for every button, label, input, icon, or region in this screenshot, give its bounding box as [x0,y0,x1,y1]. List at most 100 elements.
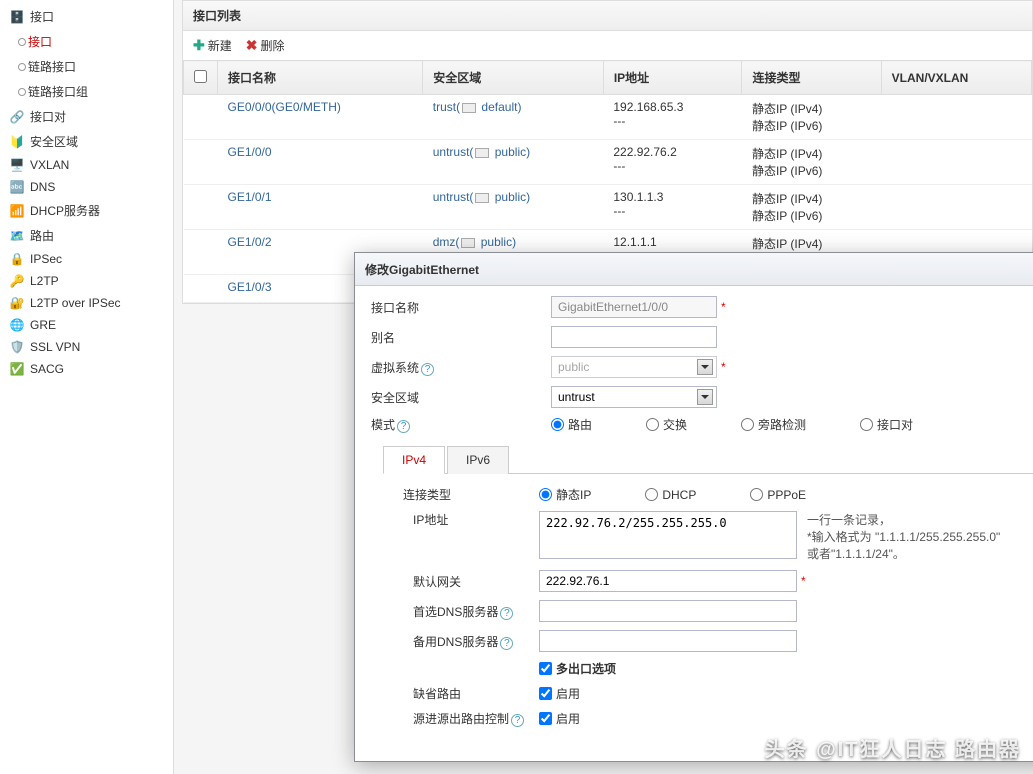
sidebar-item-sslvpn[interactable]: 🛡️SSL VPN [0,336,173,358]
dhcp-icon: 📶 [10,204,24,218]
zone-cell: untrust( public) [433,145,530,159]
delete-button[interactable]: ✖删除 [246,37,285,54]
vlan-cell [881,140,1031,185]
radio-mode-route[interactable]: 路由 [551,416,592,433]
sidebar-root-interface[interactable]: 🗄️ 接口 [0,4,173,29]
col-name[interactable]: 接口名称 [218,61,423,95]
sidebar-item-ipsec[interactable]: 🔒IPSec [0,248,173,270]
interface-link[interactable]: GE0/0/0(GE0/METH) [228,100,341,114]
vlan-cell [881,185,1031,230]
checkbox-srcroute[interactable]: 启用 [539,710,580,727]
sidebar-item-interface-pair[interactable]: 🔗接口对 [0,104,173,129]
sacg-icon: ✅ [10,362,24,376]
lock-icon: 🔒 [10,252,24,266]
input-dns1[interactable] [539,600,797,622]
sidebar-root-label: 接口 [30,8,54,25]
sidebar-item-route[interactable]: 🗺️路由 [0,223,173,248]
col-conn[interactable]: 连接类型 [742,61,881,95]
checkbox-defroute[interactable]: 启用 [539,685,580,702]
sidebar-item-gre[interactable]: 🌐GRE [0,314,173,336]
help-icon[interactable]: ? [397,420,410,433]
label-mode: 模式? [371,416,551,433]
edit-interface-dialog: 修改GigabitEthernet ✕ 接口名称 * 别名 虚拟系统? publ… [354,252,1033,762]
zone-icon [475,148,489,158]
ip-cell: 222.92.76.2--- [603,140,742,185]
radio-conn-dhcp[interactable]: DHCP [645,488,696,502]
table-row: GE1/0/1 untrust( public) 130.1.1.3--- 静态… [184,185,1032,230]
sidebar-item-link-interface[interactable]: 链路接口 [0,54,173,79]
input-alias[interactable] [551,326,717,348]
interface-link[interactable]: GE1/0/1 [228,190,272,204]
tab-ipv4[interactable]: IPv4 [383,446,445,474]
select-all-checkbox[interactable] [194,70,207,83]
sidebar-item-link-interface-group[interactable]: 链路接口组 [0,79,173,104]
textarea-ipaddr[interactable]: 222.92.76.2/255.255.255.0 [539,511,797,559]
zone-icon [461,238,475,248]
help-icon[interactable]: ? [500,607,513,620]
main-content: 接口列表 ✚新建 ✖删除 接口名称 安全区域 IP地址 连接类型 VLAN/VX… [174,0,1033,774]
select-vsys: public [551,356,717,378]
radio-mode-switch[interactable]: 交换 [646,416,687,433]
select-seczone[interactable]: untrust [551,386,717,408]
input-dns2[interactable] [539,630,797,652]
sidebar-item-vxlan[interactable]: 🖥️VXLAN [0,154,173,176]
sidebar-item-dns[interactable]: 🔤DNS [0,176,173,198]
label-ifname: 接口名称 [371,299,551,316]
input-gateway[interactable] [539,570,797,592]
sidebar-item-l2tp[interactable]: 🔑L2TP [0,270,173,292]
ip-cell: 192.168.65.3--- [603,95,742,140]
server-icon: 🗄️ [10,10,24,24]
label-ipaddr: IP地址 [389,511,539,528]
radio-mode-pair[interactable]: 接口对 [860,416,913,433]
gre-icon: 🌐 [10,318,24,332]
zone-cell: untrust( public) [433,190,530,204]
tab-ipv6[interactable]: IPv6 [447,446,509,474]
checkbox-multiout[interactable]: 多出口选项 [539,660,616,677]
pair-icon: 🔗 [10,110,24,124]
sidebar-item-interface[interactable]: 接口 [0,29,173,54]
delete-icon: ✖ [246,37,258,54]
zone-cell: dmz( public) [433,235,516,249]
col-zone[interactable]: 安全区域 [423,61,604,95]
col-ip[interactable]: IP地址 [603,61,742,95]
conn-cell: 静态IP (IPv4)静态IP (IPv6) [742,95,881,140]
conn-cell: 静态IP (IPv4)静态IP (IPv6) [742,185,881,230]
dialog-header: 修改GigabitEthernet ✕ [355,253,1033,286]
sidebar-item-security-zone[interactable]: 🔰安全区域 [0,129,173,154]
shield-icon: 🔰 [10,135,24,149]
sidebar-item-sacg[interactable]: ✅SACG [0,358,173,380]
route-icon: 🗺️ [10,229,24,243]
label-dns1: 首选DNS服务器? [389,603,539,620]
label-vsys: 虚拟系统? [371,359,551,376]
help-icon[interactable]: ? [500,637,513,650]
toolbar: ✚新建 ✖删除 [183,31,1032,60]
help-icon[interactable]: ? [511,714,524,727]
monitor-icon: 🖥️ [10,158,24,172]
label-dns2: 备用DNS服务器? [389,633,539,650]
table-row: GE1/0/0 untrust( public) 222.92.76.2--- … [184,140,1032,185]
interface-link[interactable]: GE1/0/0 [228,145,272,159]
sidebar-item-l2tp-ipsec[interactable]: 🔐L2TP over IPSec [0,292,173,314]
interface-link[interactable]: GE1/0/3 [228,280,272,294]
dialog-body: 接口名称 * 别名 虚拟系统? public* 安全区域 untrust 模式? [355,286,1033,746]
new-button[interactable]: ✚新建 [193,37,232,54]
help-icon[interactable]: ? [421,363,434,376]
interface-link[interactable]: GE1/0/2 [228,235,272,249]
radio-mode-bypass[interactable]: 旁路检测 [741,416,806,433]
label-defroute: 缺省路由 [389,685,539,702]
sidebar-item-dhcp[interactable]: 📶DHCP服务器 [0,198,173,223]
dns-icon: 🔤 [10,180,24,194]
zone-cell: trust( default) [433,100,522,114]
ip-hint: 一行一条记录， *输入格式为 "1.1.1.1/255.255.255.0" 或… [807,511,1027,562]
l2tp-ipsec-icon: 🔐 [10,296,24,310]
col-vlan[interactable]: VLAN/VXLAN [881,61,1031,95]
label-conntype: 连接类型 [389,486,539,503]
radio-conn-pppoe[interactable]: PPPoE [750,488,806,502]
conn-cell: 静态IP (IPv4)静态IP (IPv6) [742,140,881,185]
ip-cell: 130.1.1.3--- [603,185,742,230]
plus-icon: ✚ [193,37,205,54]
l2tp-icon: 🔑 [10,274,24,288]
radio-conn-static[interactable]: 静态IP [539,486,591,503]
label-alias: 别名 [371,329,551,346]
ssl-icon: 🛡️ [10,340,24,354]
